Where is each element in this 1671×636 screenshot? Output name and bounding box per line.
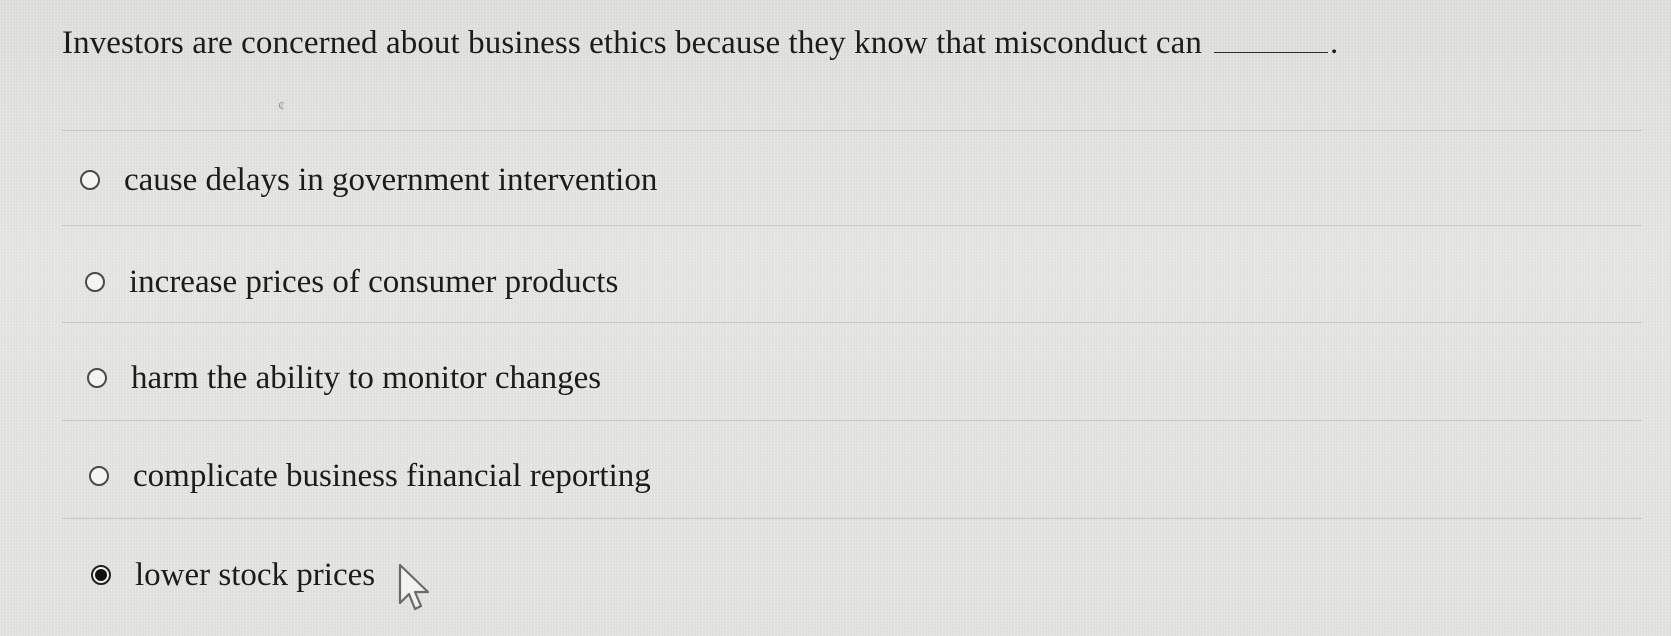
divider bbox=[62, 130, 1642, 131]
radio-button[interactable] bbox=[80, 170, 100, 190]
option-label: lower stock prices bbox=[135, 557, 376, 593]
answer-blank bbox=[1214, 22, 1329, 53]
divider bbox=[62, 420, 1642, 421]
option-4[interactable]: complicate business financial reporting bbox=[89, 456, 651, 496]
question-stem: Investors are concerned about business e… bbox=[62, 25, 1203, 61]
divider bbox=[62, 518, 1642, 519]
question-period: . bbox=[1330, 25, 1339, 61]
divider bbox=[62, 322, 1642, 323]
mouse-pointer-icon bbox=[398, 563, 430, 611]
option-label: harm the ability to monitor changes bbox=[131, 360, 602, 396]
option-label: increase prices of consumer products bbox=[129, 264, 619, 300]
radio-button[interactable] bbox=[89, 466, 109, 486]
option-3[interactable]: harm the ability to monitor changes bbox=[87, 358, 601, 398]
question-text: Investors are concerned about business e… bbox=[62, 18, 1338, 68]
option-label: cause delays in government intervention bbox=[124, 162, 658, 198]
option-5[interactable]: lower stock prices bbox=[91, 555, 375, 595]
option-1[interactable]: cause delays in government intervention bbox=[80, 160, 657, 200]
radio-button[interactable] bbox=[85, 272, 105, 292]
option-2[interactable]: increase prices of consumer products bbox=[85, 262, 618, 302]
radio-selected-dot bbox=[95, 569, 107, 581]
option-label: complicate business financial reporting bbox=[133, 458, 651, 494]
screen-speck: ¢ bbox=[278, 99, 285, 114]
radio-button[interactable] bbox=[87, 368, 107, 388]
divider bbox=[62, 225, 1642, 226]
radio-button-selected[interactable] bbox=[91, 565, 111, 585]
